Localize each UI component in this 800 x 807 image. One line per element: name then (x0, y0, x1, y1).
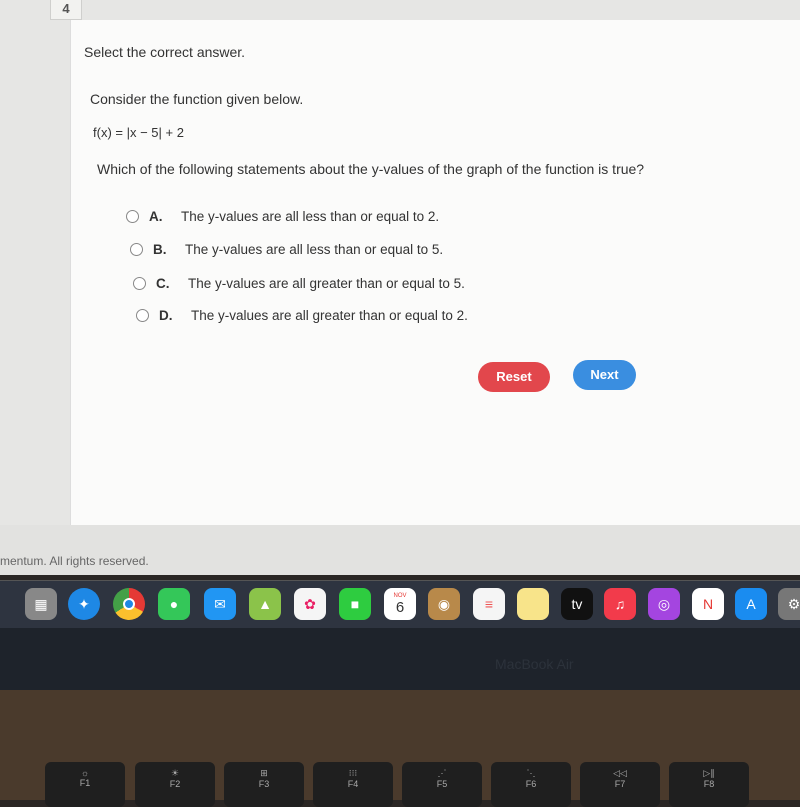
radio-icon[interactable] (126, 210, 139, 223)
apple-tv-icon[interactable]: tv (561, 588, 593, 620)
next-button[interactable]: Next (573, 360, 636, 390)
radio-icon[interactable] (130, 243, 143, 256)
screen-bezel (0, 628, 800, 690)
key-f8[interactable]: ▷∥ F8 (669, 762, 749, 807)
reminders-icon[interactable]: ≡ (473, 588, 505, 620)
browser-screen: 4 Select the correct answer. Consider th… (0, 0, 800, 545)
option-c[interactable]: C. The y-values are all greater than or e… (133, 276, 465, 291)
music-icon[interactable]: ♫ (604, 588, 636, 620)
photos-icon[interactable]: ✿ (294, 588, 326, 620)
question-number: 4 (50, 0, 82, 20)
reset-button[interactable]: Reset (478, 362, 550, 392)
function-expression: f(x) = |x − 5| + 2 (93, 125, 184, 140)
key-f3[interactable]: ⊞ F3 (224, 762, 304, 807)
key-f7[interactable]: ◁◁ F7 (580, 762, 660, 807)
question-text: Which of the following statements about … (97, 161, 645, 177)
copyright-text: mentum. All rights reserved. (0, 554, 149, 568)
radio-icon[interactable] (133, 277, 146, 290)
laptop-label: MacBook Air (495, 656, 574, 672)
launchpad-icon[interactable]: ▦ (25, 588, 57, 620)
mail-icon[interactable]: ✉ (204, 588, 236, 620)
app-store-icon[interactable]: A (735, 588, 767, 620)
podcasts-icon[interactable]: ◎ (648, 588, 680, 620)
radio-icon[interactable] (136, 309, 149, 322)
maps-icon[interactable]: ▲ (249, 588, 281, 620)
prompt: Consider the function given below. (90, 91, 304, 107)
option-a[interactable]: A. The y-values are all less than or equa… (126, 209, 439, 224)
option-b[interactable]: B. The y-values are all less than or equa… (130, 242, 443, 257)
facetime-icon[interactable]: ■ (339, 588, 371, 620)
messages-icon[interactable]: ● (158, 588, 190, 620)
system-settings-icon[interactable]: ⚙ (778, 588, 800, 620)
key-f6[interactable]: ⋱ F6 (491, 762, 571, 807)
contacts-icon[interactable]: ◉ (428, 588, 460, 620)
notes-icon[interactable] (517, 588, 549, 620)
safari-icon[interactable]: ✦ (68, 588, 100, 620)
instruction: Select the correct answer. (84, 44, 246, 60)
key-f5[interactable]: ⋰ F5 (402, 762, 482, 807)
calendar-icon[interactable]: NOV 6 (384, 588, 416, 620)
key-f1[interactable]: ☼ F1 (45, 762, 125, 807)
option-d[interactable]: D. The y-values are all greater than or e… (136, 308, 468, 323)
news-icon[interactable]: N (692, 588, 724, 620)
key-f2[interactable]: ☀ F2 (135, 762, 215, 807)
key-f4[interactable]: ⁝⁝⁝ F4 (313, 762, 393, 807)
chrome-icon[interactable] (113, 588, 145, 620)
